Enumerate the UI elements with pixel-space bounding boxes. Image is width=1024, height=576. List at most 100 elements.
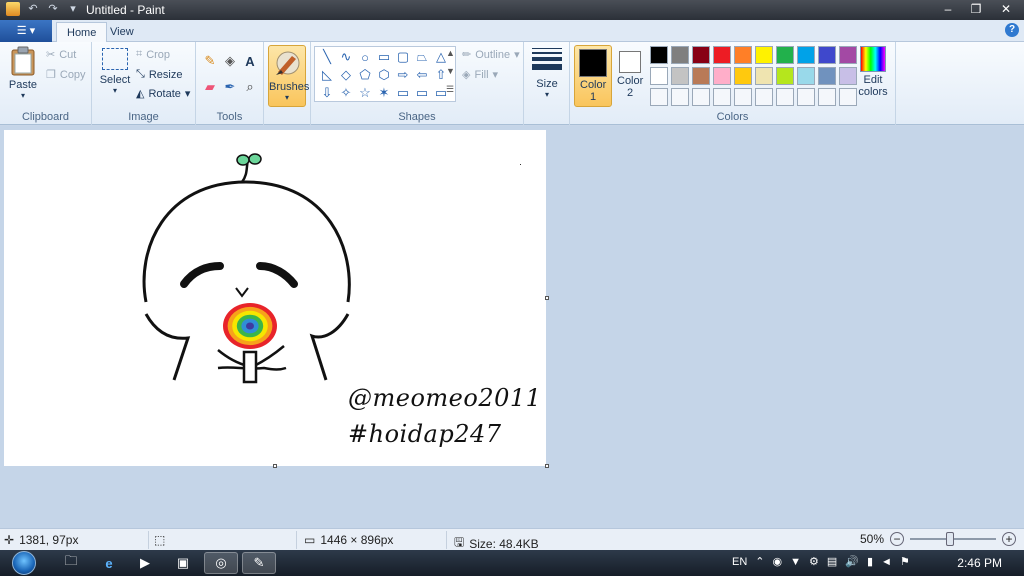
shape-option[interactable]: ╲: [319, 49, 335, 65]
palette-swatch[interactable]: [797, 46, 815, 64]
start-button[interactable]: [4, 550, 44, 576]
paste-button[interactable]: Paste ▾: [4, 46, 42, 100]
shape-option[interactable]: ✶: [376, 85, 392, 101]
edit-colors-button[interactable]: Edit colors: [856, 46, 890, 98]
folder-icon[interactable]: 🗀: [54, 552, 88, 574]
eraser-icon[interactable]: ▰: [201, 78, 219, 96]
shape-option[interactable]: ⏢: [414, 49, 430, 65]
shape-option[interactable]: ⇨: [395, 67, 411, 83]
shape-option[interactable]: ◺: [319, 67, 335, 83]
chevron-down-icon[interactable]: ▾: [66, 2, 80, 16]
shape-option[interactable]: ▭: [395, 85, 411, 101]
shape-option[interactable]: ◇: [338, 67, 354, 83]
palette-swatch[interactable]: [734, 88, 752, 106]
palette-swatch[interactable]: [818, 88, 836, 106]
color2-button[interactable]: Color 2: [614, 45, 646, 107]
shape-option[interactable]: ⇦: [414, 67, 430, 83]
text-icon[interactable]: A: [241, 52, 259, 70]
undo-icon[interactable]: ↶: [26, 2, 40, 16]
gallery-expand-icon[interactable]: ☰: [446, 84, 454, 95]
palette-swatch[interactable]: [650, 88, 668, 106]
gallery-scroll-down-icon[interactable]: ▼: [446, 66, 455, 76]
palette-swatch[interactable]: [755, 67, 773, 85]
maximize-button[interactable]: ❐: [964, 1, 988, 17]
zoom-slider[interactable]: [910, 532, 996, 546]
palette-swatch[interactable]: [797, 67, 815, 85]
resize-handle-right[interactable]: [545, 296, 549, 300]
palette-swatch[interactable]: [839, 67, 857, 85]
pencil-icon[interactable]: ✎: [201, 52, 219, 70]
tray-shield-icon[interactable]: ▼: [790, 556, 801, 568]
palette-swatch[interactable]: [734, 67, 752, 85]
palette-swatch[interactable]: [818, 67, 836, 85]
zoom-slider-thumb[interactable]: [946, 532, 954, 546]
shape-option[interactable]: ○: [357, 49, 373, 65]
tray-up-arrow-icon[interactable]: ⌃: [755, 555, 764, 568]
minimize-button[interactable]: –: [936, 1, 960, 17]
palette-swatch[interactable]: [713, 67, 731, 85]
resize-button[interactable]: ⤡ Resize: [136, 68, 182, 81]
palette-swatch[interactable]: [818, 46, 836, 64]
shape-option[interactable]: ▭: [376, 49, 392, 65]
palette-swatch[interactable]: [713, 46, 731, 64]
shape-option[interactable]: ∿: [338, 49, 354, 65]
palette-swatch[interactable]: [776, 46, 794, 64]
copy-button[interactable]: ❐ Copy: [46, 68, 86, 82]
shape-option[interactable]: ⬠: [357, 67, 373, 83]
fill-button[interactable]: ◈ Fill ▾: [462, 68, 498, 82]
fill-icon[interactable]: ◈: [221, 52, 239, 70]
palette-swatch[interactable]: [692, 88, 710, 106]
palette-swatch[interactable]: [650, 46, 668, 64]
palette-swatch[interactable]: [671, 67, 689, 85]
tab-view[interactable]: View: [100, 22, 144, 42]
palette-swatch[interactable]: [776, 67, 794, 85]
close-button[interactable]: ✕: [992, 1, 1020, 17]
size-button[interactable]: Size ▾: [530, 46, 564, 99]
shape-option[interactable]: ⇩: [319, 85, 335, 101]
palette-swatch[interactable]: [755, 88, 773, 106]
action-center-flag-icon[interactable]: ⚑: [900, 555, 910, 568]
shape-option[interactable]: ⬡: [376, 67, 392, 83]
palette-swatch[interactable]: [671, 88, 689, 106]
palette-swatch[interactable]: [797, 88, 815, 106]
speaker-muted-icon[interactable]: ◄: [881, 556, 892, 568]
zoom-out-button[interactable]: −: [890, 532, 904, 546]
language-indicator[interactable]: EN: [732, 556, 747, 568]
rotate-button[interactable]: ◭ Rotate ▾: [136, 87, 190, 101]
internet-explorer-icon[interactable]: e: [92, 552, 126, 574]
tray-tool-icon[interactable]: ⚙: [809, 555, 819, 568]
resize-handle-bottom[interactable]: [273, 464, 277, 468]
drawing-canvas[interactable]: @meomeo2011 #hoidap247: [4, 130, 546, 466]
shape-option[interactable]: ✧: [338, 85, 354, 101]
palette-swatch[interactable]: [692, 67, 710, 85]
crop-button[interactable]: ⌗ Crop: [136, 48, 170, 61]
shape-option[interactable]: ☆: [357, 85, 373, 101]
palette-swatch[interactable]: [755, 46, 773, 64]
palette-swatch[interactable]: [692, 46, 710, 64]
magnifier-icon[interactable]: ⌕: [241, 78, 259, 96]
palette-swatch[interactable]: [713, 88, 731, 106]
network-signal-icon[interactable]: ▮: [867, 555, 873, 568]
tray-app-icon[interactable]: ◉: [773, 555, 783, 568]
gallery-scroll-up-icon[interactable]: ▲: [446, 48, 455, 58]
palette-swatch[interactable]: [734, 46, 752, 64]
resize-handle-corner[interactable]: [545, 464, 549, 468]
paint-icon[interactable]: ✎: [242, 552, 276, 574]
video-icon[interactable]: ▣: [166, 552, 200, 574]
outline-button[interactable]: ✏ Outline ▾: [462, 48, 520, 62]
color-picker-icon[interactable]: ✒: [221, 78, 239, 96]
select-button[interactable]: Select ▾: [96, 48, 134, 95]
palette-swatch[interactable]: [839, 46, 857, 64]
taskbar-clock[interactable]: 2:46 PM: [957, 556, 1002, 570]
palette-swatch[interactable]: [839, 88, 857, 106]
shape-option[interactable]: ▭: [414, 85, 430, 101]
tray-display-icon[interactable]: ▤: [827, 555, 837, 568]
cut-button[interactable]: ✂ Cut: [46, 48, 76, 62]
palette-swatch[interactable]: [650, 67, 668, 85]
palette-swatch[interactable]: [671, 46, 689, 64]
redo-icon[interactable]: ↷: [46, 2, 60, 16]
palette-swatch[interactable]: [776, 88, 794, 106]
zoom-in-button[interactable]: +: [1002, 532, 1016, 546]
brushes-button[interactable]: Brushes ▾: [268, 45, 309, 107]
volume-icon[interactable]: 🔊: [845, 555, 859, 568]
